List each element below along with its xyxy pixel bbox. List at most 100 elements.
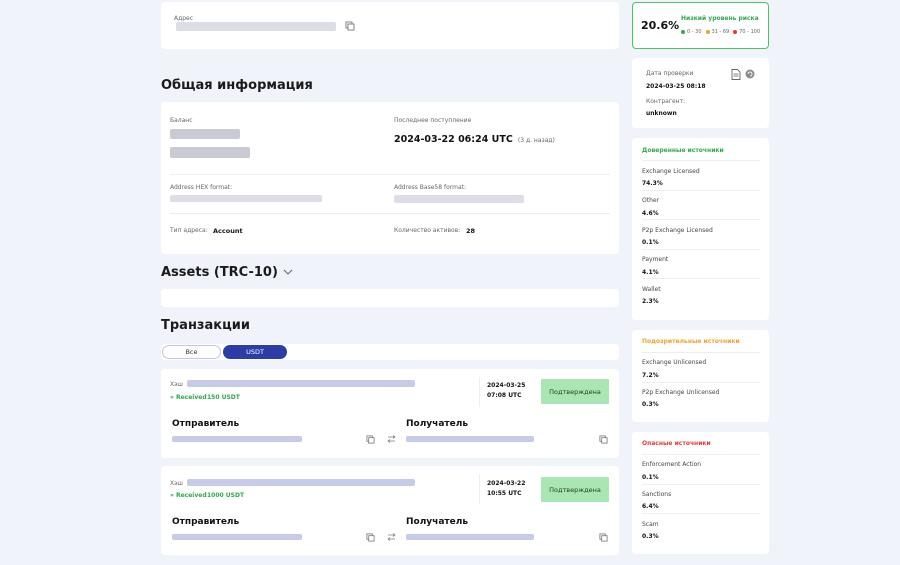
source-value: 0.1% (642, 239, 659, 246)
hash-label: Хэш (170, 381, 183, 388)
copy-icon[interactable] (599, 435, 608, 444)
trusted-sources-card: Доверенные источники Exchange Licensed 7… (632, 138, 769, 320)
recipient-label: Получатель (406, 419, 469, 429)
sender-label: Отправитель (172, 419, 240, 429)
hash-value-redacted (187, 380, 415, 387)
dangerous-sources-card: Опасные источники Enforcement Action 0.1… (632, 432, 769, 554)
divider (642, 382, 760, 383)
source-label: P2p Exchange Unlicensed (642, 389, 720, 396)
divider (642, 484, 760, 485)
balance-value-redacted-2 (170, 147, 250, 158)
divider (642, 219, 760, 220)
dangerous-sources-title: Опасные источники (642, 440, 711, 447)
vertical-divider (479, 377, 480, 407)
received-amount: 1000 USDT (207, 492, 245, 499)
divider (642, 190, 760, 191)
source-value: 7.2% (642, 372, 659, 379)
copy-icon[interactable] (366, 533, 375, 542)
balance-value-redacted (170, 129, 240, 139)
transaction-date: 2024-03-22 (487, 480, 526, 487)
vertical-divider (479, 474, 480, 504)
recipient-label: Получатель (406, 517, 469, 527)
last-receipt-value: 2024-03-22 06:24 UTC (394, 134, 513, 145)
divider (642, 454, 760, 455)
copy-icon[interactable] (599, 533, 608, 542)
hex-format-label: Address HEX format: (170, 184, 233, 191)
copy-icon[interactable] (345, 21, 355, 31)
received-label: » Received (170, 394, 207, 401)
transaction-time: 10:55 UTC (487, 490, 522, 497)
source-value: 74.3% (642, 180, 663, 187)
last-receipt-label: Последнее поступление (394, 117, 472, 124)
transactions-tabs-bar: Все USDT (161, 344, 619, 360)
hash-value-redacted (187, 479, 415, 486)
general-info-title: Общая информация (161, 78, 313, 93)
divider (642, 513, 760, 514)
trusted-sources-title: Доверенные источники (642, 147, 724, 154)
source-label: Wallet (642, 286, 661, 293)
source-value: 0.1% (642, 474, 659, 481)
transactions-title: Транзакции (161, 318, 250, 333)
address-label: Адрес (174, 15, 194, 22)
source-label: Exchange Licensed (642, 168, 700, 175)
source-label: Exchange Unlicensed (642, 359, 707, 366)
divider (642, 249, 760, 250)
counterparty-value: unknown (646, 110, 677, 117)
check-date-value: 2024-03-25 08:18 (646, 83, 706, 90)
assets-toggle[interactable]: Assets (TRC-10) (161, 264, 293, 280)
source-label: P2p Exchange Licensed (642, 227, 713, 234)
legend-high: 70 - 100 (733, 29, 760, 35)
balance-label: Баланс (170, 117, 193, 124)
status-badge: Подтверждена (541, 379, 609, 404)
legend-medium: 31 - 69 (705, 29, 729, 35)
address-type-value: Account (213, 227, 243, 235)
hex-value-redacted (170, 195, 322, 202)
counterparty-label: Контрагент: (646, 98, 686, 105)
divider (642, 278, 760, 279)
source-value: 2.3% (642, 298, 659, 305)
risk-legend: 0 - 30 31 - 69 70 - 100 (681, 29, 760, 35)
check-info-card: Дата проверки 2024-03-25 08:18 Контраген… (632, 58, 769, 128)
tab-usdt[interactable]: USDT (223, 345, 287, 359)
source-value: 0.3% (642, 533, 659, 540)
refresh-icon[interactable] (745, 69, 755, 79)
assets-count-label: Количество активов: (394, 227, 461, 234)
risk-score: 20.6% (641, 19, 680, 32)
transaction-datetime: 2024-03-25 07:08 UTC (487, 381, 525, 401)
chevron-down-icon (283, 269, 293, 275)
received-label: » Received (170, 492, 207, 499)
transaction-card[interactable]: Хэш » Received 1000 USDT 2024-03-22 10:5… (161, 466, 619, 555)
source-label: Sanctions (642, 491, 672, 498)
legend-dot-icon (681, 30, 685, 34)
sender-address-redacted (172, 436, 302, 442)
divider (642, 352, 760, 353)
hash-label: Хэш (170, 480, 183, 487)
swap-arrows-icon (387, 435, 396, 443)
suspicious-sources-title: Подозрительные источники (642, 338, 740, 345)
copy-icon[interactable] (366, 435, 375, 444)
assets-title: Assets (TRC-10) (161, 264, 278, 280)
divider (170, 174, 610, 175)
source-label: Scam (642, 521, 659, 528)
base58-format-label: Address Base58 format: (394, 184, 466, 191)
check-date-label: Дата проверки (646, 70, 694, 77)
suspicious-sources-card: Подозрительные источники Exchange Unlice… (632, 330, 769, 422)
source-value: 4.6% (642, 210, 659, 217)
report-icon[interactable] (731, 69, 741, 80)
risk-level: Низкий уровень риска (681, 15, 759, 22)
sender-label: Отправитель (172, 517, 240, 527)
status-badge: Подтверждена (541, 477, 609, 502)
address-card: Адрес (161, 2, 619, 49)
received-amount: 150 USDT (207, 394, 240, 401)
source-label: Payment (642, 256, 669, 263)
divider (170, 213, 610, 214)
transaction-card[interactable]: Хэш » Received 150 USDT 2024-03-25 07:08… (161, 369, 619, 458)
legend-dot-icon (705, 30, 710, 34)
assets-card (161, 289, 619, 307)
recipient-address-redacted (406, 436, 534, 442)
assets-count-value: 28 (466, 227, 476, 235)
tab-all[interactable]: Все (162, 345, 221, 359)
source-label: Other (642, 197, 660, 204)
transaction-time: 07:08 UTC (487, 392, 522, 399)
recipient-address-redacted (406, 534, 534, 540)
